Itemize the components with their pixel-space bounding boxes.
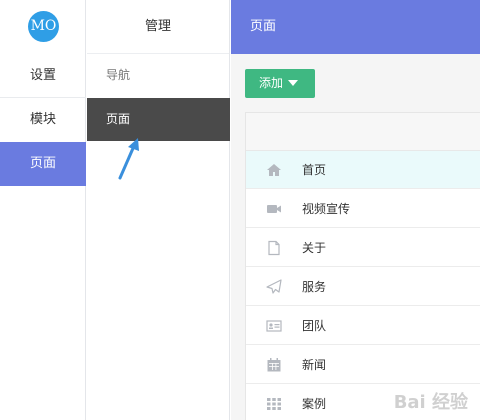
secondary-sidebar: 管理 导航 页面 xyxy=(87,0,230,420)
nav-item-pages[interactable]: 页面 xyxy=(0,142,86,186)
list-item[interactable]: 首页 xyxy=(246,151,480,189)
watermark: Bai 经验 xyxy=(393,392,468,413)
list-item[interactable]: 服务 xyxy=(246,268,480,306)
list-item[interactable]: 关于 xyxy=(246,229,480,267)
list-item-label: 案例 xyxy=(302,397,327,411)
list-item-label: 关于 xyxy=(302,241,327,255)
annotation-arrow-icon xyxy=(118,138,139,180)
page-title: 页面 xyxy=(231,0,480,54)
home-icon xyxy=(267,164,281,176)
list-item[interactable]: 视频宣传 xyxy=(246,190,480,228)
page-list-header xyxy=(246,113,480,151)
subnav-item-navigation[interactable]: 导航 xyxy=(87,54,230,97)
file-icon xyxy=(268,240,280,256)
caret-down-icon xyxy=(288,80,299,86)
subnav-item-pages[interactable]: 页面 xyxy=(87,98,230,141)
calendar-icon xyxy=(267,358,281,372)
primary-sidebar: MO 设置 模块 页面 xyxy=(0,0,86,420)
list-item-label: 团队 xyxy=(302,319,327,333)
add-button[interactable]: 添加 xyxy=(245,69,315,98)
list-item-label: 首页 xyxy=(302,163,327,177)
list-item-label: 服务 xyxy=(302,280,327,294)
list-item-label: 视频宣传 xyxy=(302,202,351,216)
list-item[interactable]: 新闻 xyxy=(246,346,480,384)
nav-item-modules[interactable]: 模块 xyxy=(0,98,86,142)
nav-item-settings[interactable]: 设置 xyxy=(0,54,86,98)
add-button-label: 添加 xyxy=(259,76,284,90)
logo-avatar: MO xyxy=(28,11,59,42)
list-item-label: 新闻 xyxy=(302,358,327,372)
id-card-icon xyxy=(266,320,282,332)
page-list-panel: 首页 视频宣传 关于 服务 团队 新闻 案例 xyxy=(245,112,480,420)
list-item[interactable]: 团队 xyxy=(246,307,480,345)
main-content: 页面 添加 首页 视频宣传 关于 服务 团队 新闻 案例 xyxy=(231,0,480,420)
send-icon xyxy=(266,279,282,294)
secondary-sidebar-title: 管理 xyxy=(87,0,229,54)
grid-icon xyxy=(267,398,281,410)
video-icon xyxy=(267,205,281,213)
